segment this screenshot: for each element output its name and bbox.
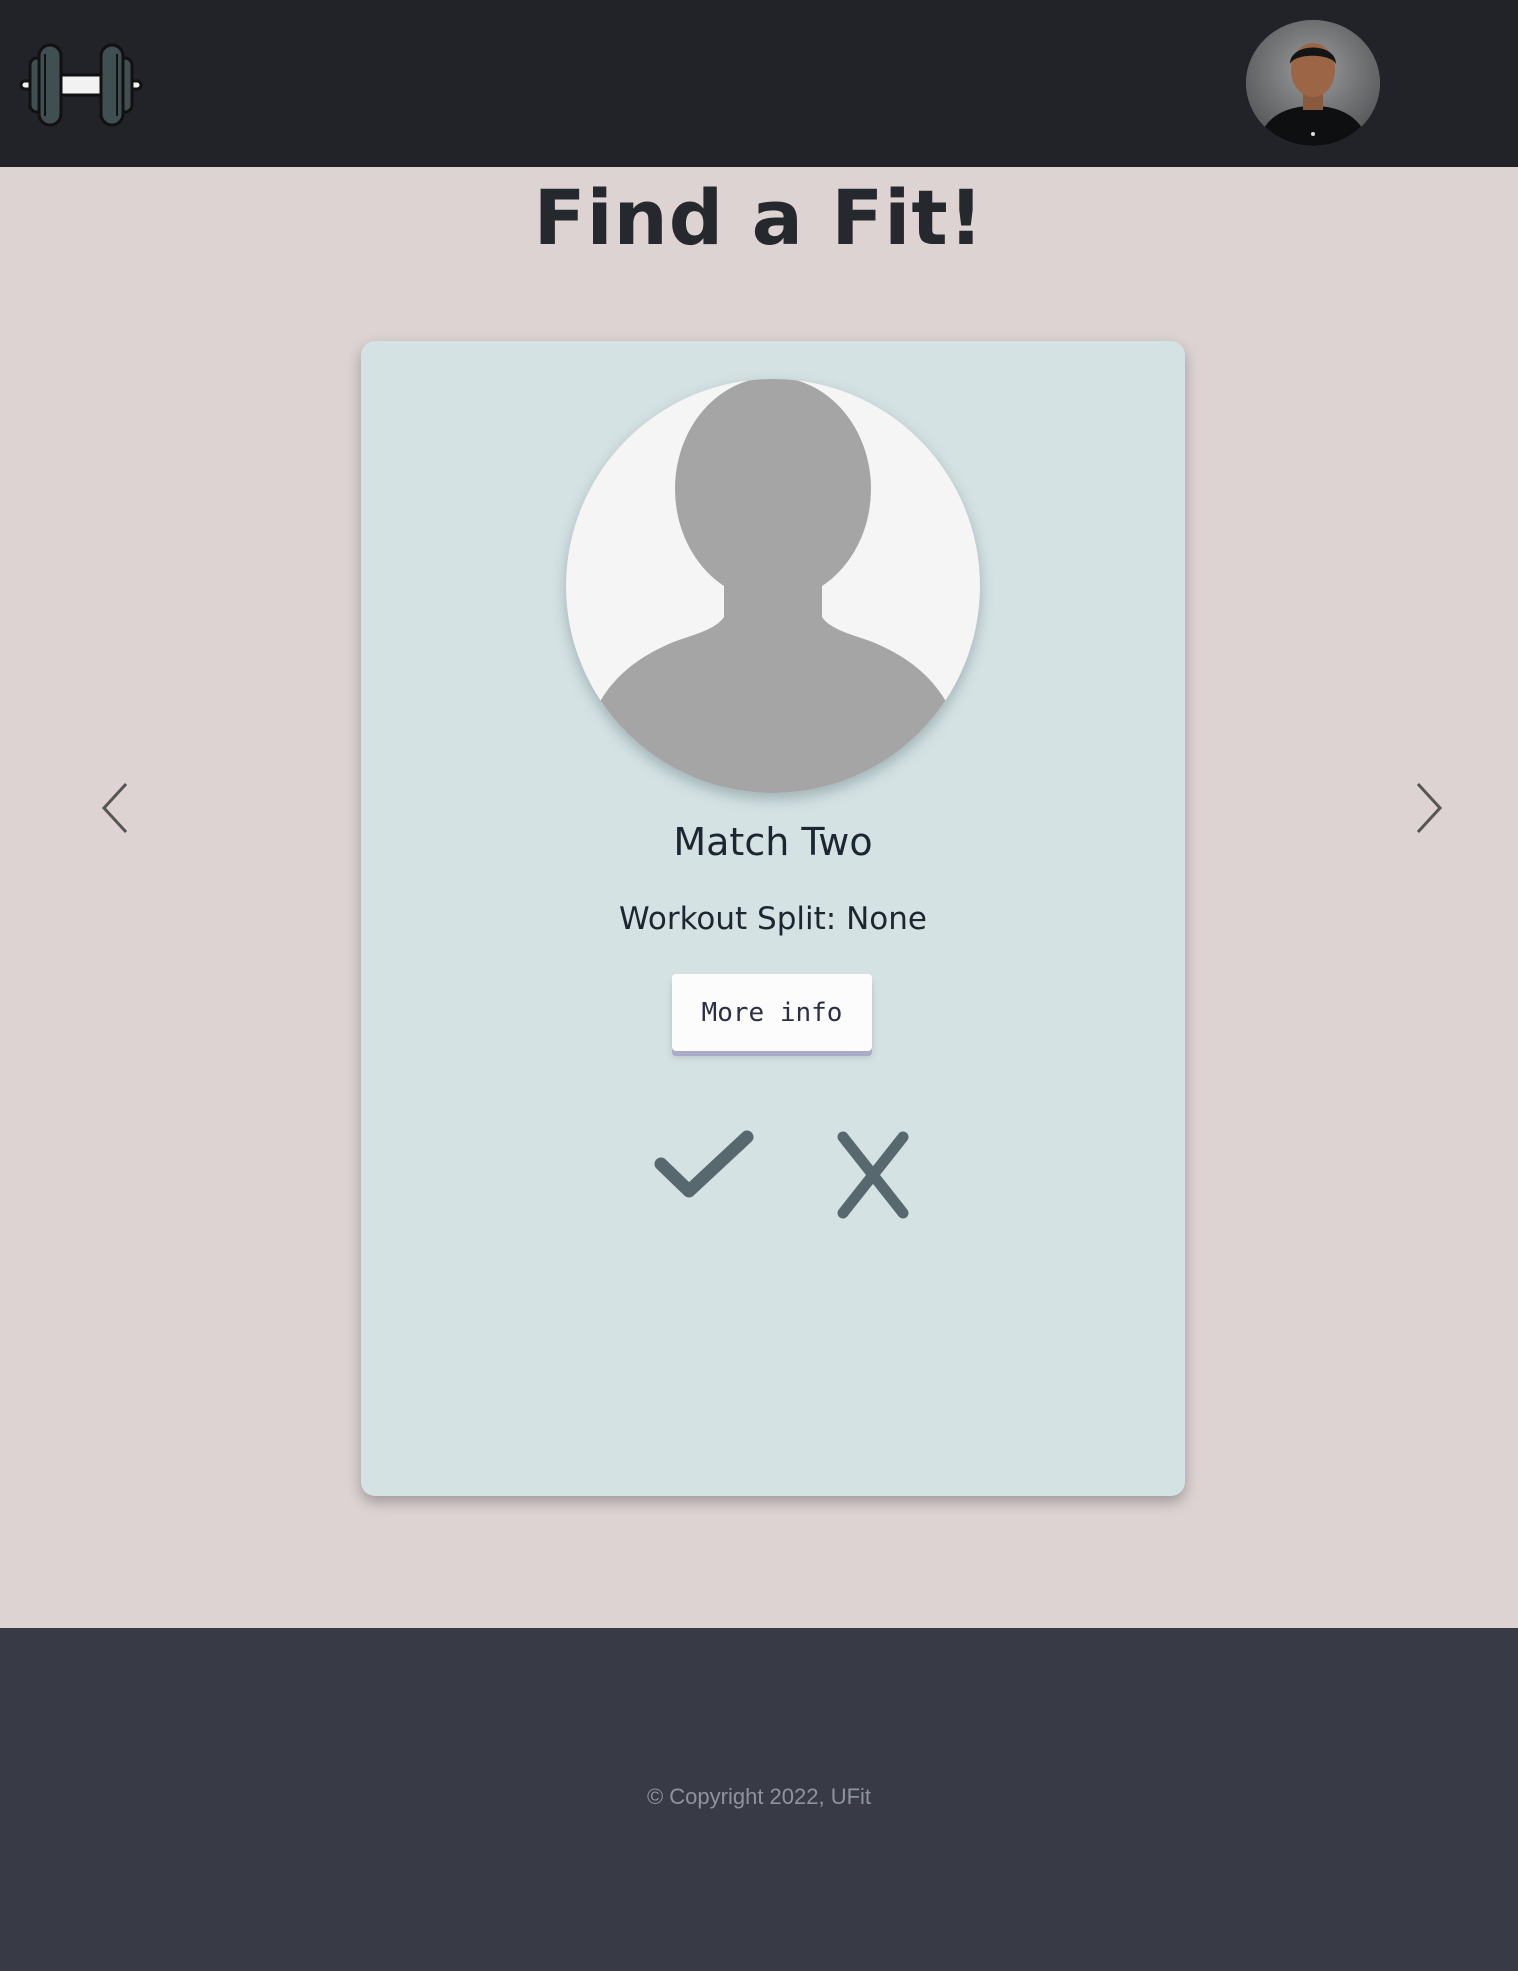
checkmark-icon[interactable] <box>651 1121 757 1211</box>
chevron-right-icon[interactable] <box>1408 780 1448 836</box>
user-avatar[interactable] <box>1246 20 1380 146</box>
page-title: Find a Fit! <box>533 173 985 262</box>
dumbbell-icon[interactable] <box>18 40 144 130</box>
match-card: Match Two Workout Split: None More info <box>361 341 1185 1496</box>
copyright-text: © Copyright 2022, UFit <box>646 1784 872 1809</box>
profile-silhouette-icon <box>566 379 980 793</box>
top-navbar <box>0 0 1518 167</box>
more-info-button[interactable]: More info <box>672 974 872 1051</box>
chevron-left-icon[interactable] <box>96 780 136 836</box>
x-icon[interactable] <box>831 1121 921 1221</box>
workout-split: Workout Split: None <box>619 901 927 937</box>
match-name: Match Two <box>673 820 873 864</box>
